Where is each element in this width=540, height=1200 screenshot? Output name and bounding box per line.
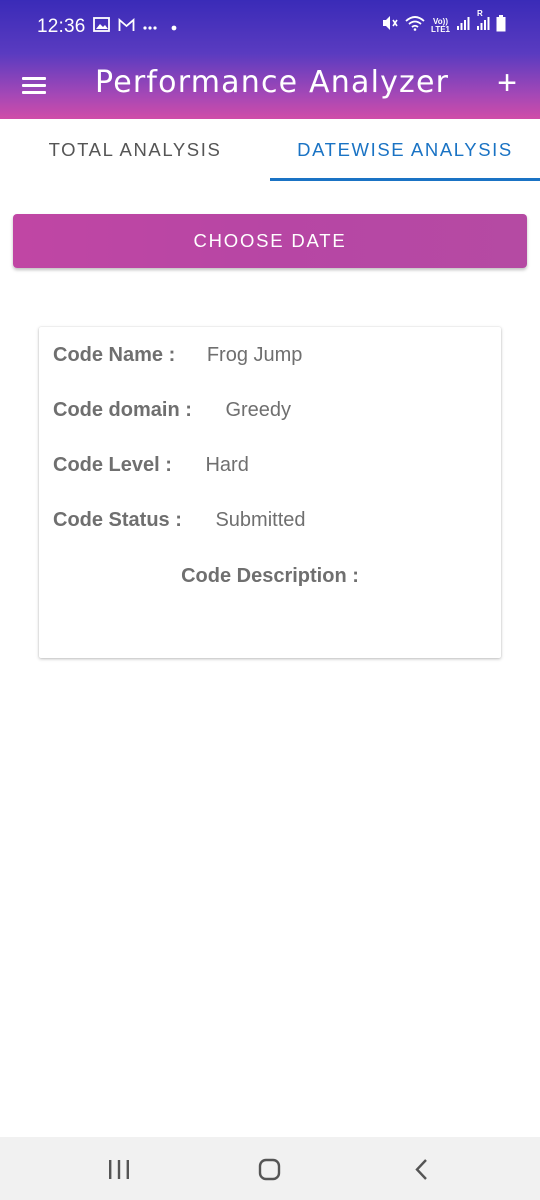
code-domain-label: Code domain : <box>53 399 192 421</box>
system-nav-bar <box>0 1137 540 1200</box>
code-name-label: Code Name : <box>53 344 176 366</box>
code-level-value: Hard <box>205 454 249 476</box>
code-level-row: Code Level : Hard <box>53 454 249 477</box>
status-left-icons <box>93 17 177 37</box>
roaming-mark: R <box>477 9 483 18</box>
home-icon[interactable] <box>240 1137 300 1200</box>
app-bar: Performance Analyzer + <box>0 56 540 119</box>
plus-icon[interactable]: + <box>492 65 522 101</box>
code-domain-value: Greedy <box>225 399 292 421</box>
mute-icon <box>381 14 399 37</box>
image-icon <box>93 17 110 37</box>
tab-total-analysis[interactable]: TOTAL ANALYSIS <box>0 119 270 181</box>
battery-icon <box>496 14 506 37</box>
code-details-card: Code Name : Frog Jump Code domain : Gree… <box>39 327 501 658</box>
header-background: 12:36 Vo)) LTE1 R Performance Analyzer + <box>0 0 540 119</box>
volte-text-bottom: LTE1 <box>431 24 450 34</box>
more-dots-icon <box>143 18 157 36</box>
page-title: Performance Analyzer <box>95 65 450 100</box>
status-bar: 12:36 Vo)) LTE1 R <box>0 0 540 56</box>
dot-icon <box>171 18 177 36</box>
tab-bar: TOTAL ANALYSIS DATEWISE ANALYSIS <box>0 119 540 181</box>
signal-icon: R <box>476 9 490 35</box>
hamburger-menu-icon[interactable] <box>22 74 50 98</box>
wifi-icon <box>405 15 425 36</box>
tab-datewise-analysis[interactable]: DATEWISE ANALYSIS <box>270 119 540 181</box>
gmail-icon <box>118 17 135 37</box>
code-status-label: Code Status : <box>53 509 182 531</box>
code-status-value: Submitted <box>215 509 306 531</box>
status-right-icons: Vo)) LTE1 R <box>381 9 506 37</box>
code-name-value: Frog Jump <box>206 344 303 366</box>
choose-date-button[interactable]: CHOOSE DATE <box>13 214 527 268</box>
code-name-row: Code Name : Frog Jump <box>53 344 302 367</box>
back-icon[interactable] <box>391 1137 451 1200</box>
volte-icon: Vo)) LTE1 <box>431 17 450 34</box>
code-description-label: Code Description : <box>181 565 359 587</box>
signal-icon <box>456 16 470 35</box>
code-status-row: Code Status : Submitted <box>53 509 306 532</box>
status-time: 12:36 <box>37 16 86 37</box>
code-level-label: Code Level : <box>53 454 172 476</box>
code-domain-row: Code domain : Greedy <box>53 399 291 422</box>
recent-apps-icon[interactable] <box>89 1137 149 1200</box>
tab-indicator <box>270 178 540 181</box>
